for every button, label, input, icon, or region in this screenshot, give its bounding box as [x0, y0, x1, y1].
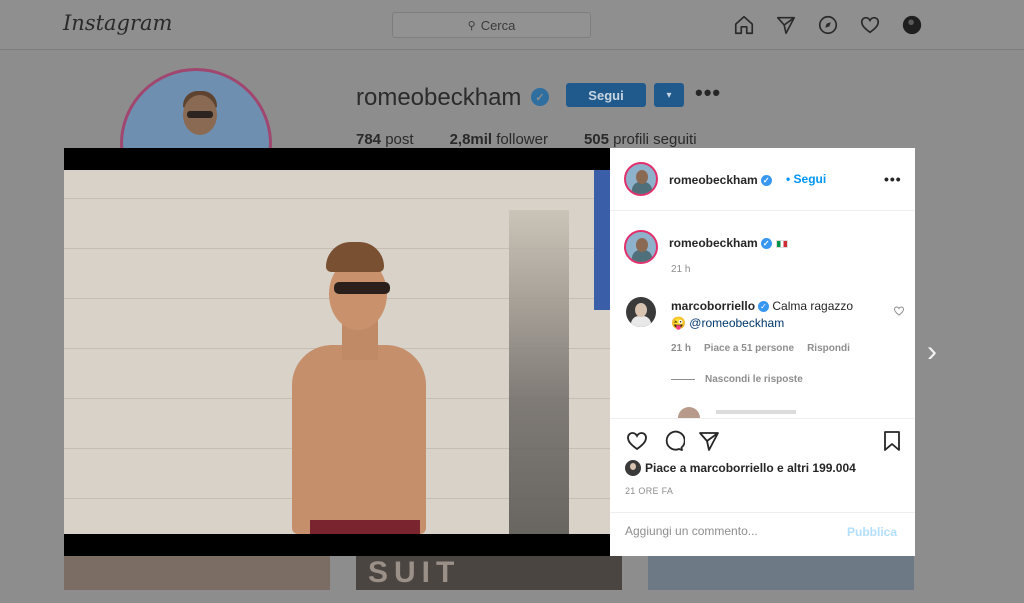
search-icon: ⚲ — [467, 19, 476, 32]
avatar-face — [635, 303, 647, 317]
person-torso — [292, 345, 426, 534]
likes-text: Piace a marcoborriello e altri 199.004 — [645, 461, 856, 475]
wall-line — [64, 198, 610, 199]
caption-time[interactable]: 21 h — [671, 264, 690, 275]
save-bookmark-icon[interactable] — [880, 429, 904, 453]
next-post-arrow-icon[interactable]: › — [920, 336, 944, 368]
post-date[interactable]: 21 ORE FA — [625, 486, 673, 496]
following-count[interactable]: 505 profili seguiti — [584, 131, 697, 148]
avatar-body — [631, 316, 651, 327]
likes-summary[interactable]: Piace a marcoborriello e altri 199.004 — [625, 460, 856, 476]
comment-username[interactable]: marcoborriello — [671, 299, 755, 313]
hide-replies-label: Nascondi le risposte — [705, 374, 803, 385]
sky-strip — [594, 170, 610, 310]
publish-button[interactable]: Pubblica — [847, 525, 897, 539]
profile-username: romeobeckham — [356, 84, 522, 111]
nav-icons — [732, 13, 924, 37]
post-media[interactable] — [64, 148, 610, 556]
post-author-username[interactable]: romeobeckham ✓ — [669, 173, 772, 187]
direct-icon[interactable] — [774, 13, 798, 37]
avatar-face — [636, 170, 648, 184]
profile-avatar-icon[interactable] — [900, 13, 924, 37]
verified-badge-icon: ✓ — [760, 238, 772, 250]
author-avatar[interactable] — [624, 162, 658, 196]
wink-emoji: 😜 — [671, 316, 686, 330]
follow-button[interactable]: Segui — [566, 83, 646, 107]
comment-text: marcoborriello ✓ Calma ragazzo 😜 @romeobe… — [671, 298, 881, 332]
posts-count: 784 post — [356, 131, 414, 148]
profile-stats: 784 post 2,8mil follower 505 profili seg… — [356, 131, 697, 148]
like-heart-icon[interactable] — [625, 429, 649, 453]
comment-likes[interactable]: Piace a 51 persone — [704, 343, 794, 354]
avatar-body — [632, 250, 652, 262]
post-follow-link[interactable]: • Segui — [786, 172, 826, 186]
grid-thumbnail-text: SUIT — [368, 556, 461, 589]
person-shorts — [310, 520, 420, 534]
reply-button[interactable]: Rispondi — [807, 343, 850, 354]
share-direct-icon[interactable] — [697, 429, 721, 453]
instagram-logo[interactable]: Instagram — [63, 11, 172, 35]
avatar-face — [636, 238, 648, 252]
heart-icon[interactable] — [858, 13, 882, 37]
comment-meta: 21 h Piace a 51 persone Rispondi — [671, 343, 850, 354]
comment-input[interactable] — [625, 524, 825, 538]
search-input[interactable]: ⚲ Cerca — [392, 12, 591, 38]
comment-mention[interactable]: @romeobeckham — [689, 316, 784, 330]
reply-avatar — [678, 407, 700, 418]
commenter-avatar[interactable] — [626, 297, 656, 327]
verified-badge-icon: ✓ — [758, 301, 770, 313]
post-photo — [64, 170, 610, 534]
liker-avatar-face — [630, 463, 636, 470]
followers-count[interactable]: 2,8mil follower — [450, 131, 548, 148]
verified-badge-icon: ✓ — [760, 175, 772, 187]
caption-author-username[interactable]: romeobeckham ✓ — [669, 236, 788, 250]
avatar-sunglasses — [187, 111, 213, 118]
comment-body: Calma ragazzo — [772, 299, 854, 313]
post-more-options-icon[interactable]: ••• — [884, 171, 902, 187]
verified-badge-icon: ✓ — [531, 88, 549, 106]
search-placeholder: Cerca — [480, 17, 516, 33]
reply-text-placeholder — [716, 410, 796, 414]
home-icon[interactable] — [732, 13, 756, 37]
top-navigation-bar: Instagram ⚲ Cerca — [0, 0, 1024, 50]
profile-more-options-icon[interactable]: ••• — [695, 80, 721, 106]
explore-icon[interactable] — [816, 13, 840, 37]
caption-author-avatar[interactable] — [624, 230, 658, 264]
grid-thumbnail[interactable] — [64, 556, 330, 590]
avatar-body — [632, 182, 652, 194]
comment-like-heart-icon[interactable] — [893, 305, 905, 317]
replies-divider — [671, 379, 695, 380]
grid-thumbnail[interactable]: SUIT — [356, 556, 622, 590]
hide-replies-button[interactable]: Nascondi le risposte — [671, 374, 803, 385]
comment-bubble-icon[interactable] — [661, 429, 686, 453]
wall-stain — [509, 210, 569, 534]
person-sunglasses — [334, 282, 390, 294]
person-hair — [326, 242, 384, 272]
comment-time[interactable]: 21 h — [671, 343, 691, 354]
reply-preview-cut — [670, 404, 810, 418]
suggestions-dropdown-button[interactable]: ▾ — [654, 83, 684, 107]
grid-thumbnail[interactable] — [648, 556, 914, 590]
italy-flag-icon — [775, 239, 788, 248]
liker-avatar — [625, 460, 641, 476]
